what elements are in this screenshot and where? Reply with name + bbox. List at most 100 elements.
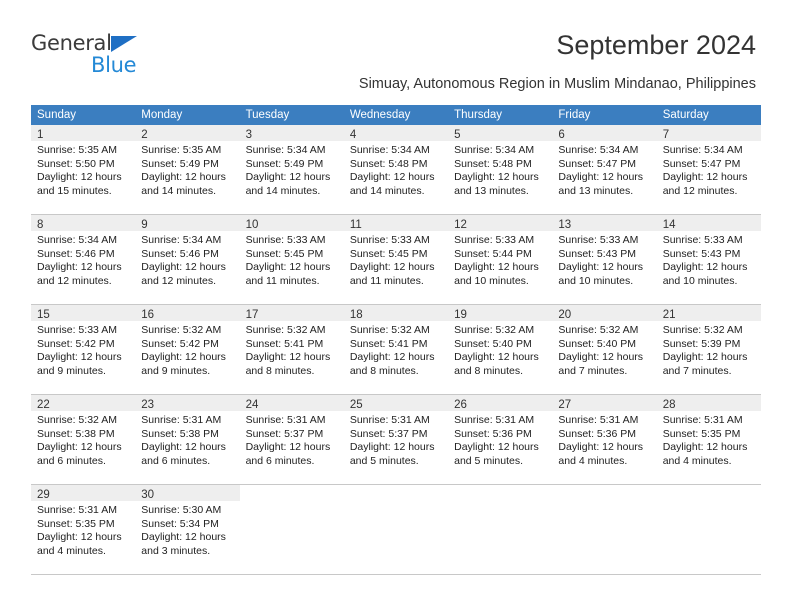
sunrise-text: Sunrise: 5:33 AM <box>245 234 326 246</box>
daylight-text-line2: and 12 minutes. <box>141 274 216 287</box>
day-number: 15 <box>37 309 50 321</box>
day-cell[interactable]: 3 Sunrise: 5:34 AM Sunset: 5:49 PM Daylight… <box>239 125 344 214</box>
day-details: Sunrise: 5:31 AM Sunset: 5:36 PM Daylight:… <box>552 411 656 468</box>
day-number-strip: 28 <box>656 395 761 411</box>
day-cell[interactable]: 18 Sunrise: 5:32 AM Sunset: 5:41 PM Dayligh… <box>343 305 449 394</box>
daylight-text-line1: Daylight: 12 hours <box>37 441 122 453</box>
generalblue-logo[interactable]: General Blue <box>31 33 181 83</box>
daylight-text-line2: and 6 minutes. <box>37 454 106 467</box>
day-number: 4 <box>349 129 357 141</box>
sunset-text: Sunset: 5:38 PM <box>37 427 115 440</box>
day-number-strip: 9 <box>135 215 240 231</box>
day-cell[interactable]: 28 Sunrise: 5:31 AM Sunset: 5:35 PM Dayligh… <box>656 395 761 484</box>
day-cell[interactable]: 8 Sunrise: 5:34 AM Sunset: 5:46 PM Daylight… <box>31 215 136 304</box>
day-cell[interactable]: 15 Sunrise: 5:33 AM Sunset: 5:42 PM Dayligh… <box>31 305 136 394</box>
day-details: Sunrise: 5:33 AM Sunset: 5:45 PM Daylight:… <box>240 231 344 288</box>
sunrise-text: Sunrise: 5:32 AM <box>141 324 222 336</box>
sunrise-text: Sunrise: 5:34 AM <box>245 144 326 156</box>
day-cell[interactable]: 13 Sunrise: 5:33 AM Sunset: 5:43 PM Dayligh… <box>552 215 657 304</box>
day-cell[interactable]: 23 Sunrise: 5:31 AM Sunset: 5:38 PM Dayligh… <box>135 395 240 484</box>
day-number-strip: 10 <box>239 215 344 231</box>
sunrise-text: Sunrise: 5:31 AM <box>558 414 639 426</box>
day-number-strip: 14 <box>656 215 761 231</box>
day-number: 18 <box>349 309 363 321</box>
day-cell[interactable]: 24 Sunrise: 5:31 AM Sunset: 5:37 PM Dayligh… <box>239 395 344 484</box>
day-details <box>448 501 552 504</box>
sunrise-text: Sunrise: 5:32 AM <box>37 414 117 426</box>
sunset-text: Sunset: 5:49 PM <box>245 157 324 170</box>
logo-text-blue: Blue <box>91 53 137 77</box>
day-cell[interactable]: 27 Sunrise: 5:31 AM Sunset: 5:36 PM Dayligh… <box>552 395 657 484</box>
sunset-text: Sunset: 5:35 PM <box>37 517 115 530</box>
day-cell[interactable]: 7 Sunrise: 5:34 AM Sunset: 5:47 PM Daylight… <box>656 125 761 214</box>
day-cell[interactable]: 11 Sunrise: 5:33 AM Sunset: 5:45 PM Dayligh… <box>343 215 449 304</box>
day-cell[interactable]: 25 Sunrise: 5:31 AM Sunset: 5:37 PM Dayligh… <box>343 395 449 484</box>
daylight-text-line1: Daylight: 12 hours <box>245 351 331 363</box>
sunset-text: Sunset: 5:34 PM <box>141 517 219 530</box>
day-cell[interactable]: 21 Sunrise: 5:32 AM Sunset: 5:39 PM Dayligh… <box>656 305 761 394</box>
daylight-text-line1: Daylight: 12 hours <box>558 171 644 183</box>
day-details: Sunrise: 5:34 AM Sunset: 5:49 PM Daylight:… <box>240 141 344 198</box>
day-number-strip: 4 <box>343 125 449 141</box>
daylight-text-line2: and 9 minutes. <box>37 364 106 377</box>
daylight-text-line2: and 4 minutes. <box>37 544 106 557</box>
daylight-text-line1: Daylight: 12 hours <box>454 171 539 183</box>
day-number-strip: 15 <box>31 305 136 321</box>
daylight-text-line2: and 12 minutes. <box>37 274 112 287</box>
day-cell[interactable]: 12 Sunrise: 5:33 AM Sunset: 5:44 PM Dayligh… <box>448 215 553 304</box>
daylight-text-line1: Daylight: 12 hours <box>245 441 331 453</box>
day-details: Sunrise: 5:35 AM Sunset: 5:50 PM Daylight:… <box>31 141 135 198</box>
weekday-header-sunday: Sunday <box>37 109 77 121</box>
sunrise-text: Sunrise: 5:34 AM <box>141 234 222 246</box>
daylight-text-line2: and 11 minutes. <box>245 274 320 287</box>
day-details: Sunrise: 5:33 AM Sunset: 5:45 PM Daylight:… <box>344 231 448 288</box>
day-cell[interactable]: 17 Sunrise: 5:32 AM Sunset: 5:41 PM Dayligh… <box>239 305 344 394</box>
sunrise-text: Sunrise: 5:34 AM <box>37 234 117 246</box>
sunset-text: Sunset: 5:43 PM <box>662 247 741 260</box>
daylight-text-line1: Daylight: 12 hours <box>662 441 748 453</box>
day-cell[interactable]: 14 Sunrise: 5:33 AM Sunset: 5:43 PM Dayligh… <box>656 215 761 304</box>
day-number: 22 <box>37 399 50 411</box>
daylight-text-line2: and 6 minutes. <box>141 454 211 467</box>
daylight-text-line2: and 8 minutes. <box>245 364 315 377</box>
sunrise-text: Sunrise: 5:35 AM <box>37 144 117 156</box>
day-cell[interactable]: 5 Sunrise: 5:34 AM Sunset: 5:48 PM Daylight… <box>448 125 553 214</box>
sunrise-text: Sunrise: 5:34 AM <box>662 144 743 156</box>
day-cell[interactable]: 9 Sunrise: 5:34 AM Sunset: 5:46 PM Daylight… <box>135 215 240 304</box>
day-number-strip: 19 <box>448 305 553 321</box>
daylight-text-line1: Daylight: 12 hours <box>558 351 644 363</box>
daylight-text-line2: and 4 minutes. <box>558 454 628 467</box>
sunrise-text: Sunrise: 5:31 AM <box>454 414 535 426</box>
day-cell[interactable]: 20 Sunrise: 5:32 AM Sunset: 5:40 PM Dayligh… <box>552 305 657 394</box>
day-cell[interactable]: 4 Sunrise: 5:34 AM Sunset: 5:48 PM Daylight… <box>343 125 449 214</box>
daylight-text-line2: and 15 minutes. <box>37 184 112 197</box>
day-number-strip <box>344 485 448 501</box>
day-details <box>657 501 761 504</box>
day-cell[interactable]: 30 Sunrise: 5:30 AM Sunset: 5:34 PM Dayligh… <box>135 485 240 574</box>
weekday-header-wednesday: Wednesday <box>349 109 411 121</box>
daylight-text-line2: and 4 minutes. <box>662 454 732 467</box>
page-header: General Blue September 2024 Simuay, Auto… <box>0 0 792 100</box>
day-cell[interactable]: 10 Sunrise: 5:33 AM Sunset: 5:45 PM Dayligh… <box>239 215 344 304</box>
day-cell[interactable]: 1 Sunrise: 5:35 AM Sunset: 5:50 PM Daylight… <box>31 125 136 214</box>
day-cell[interactable]: 16 Sunrise: 5:32 AM Sunset: 5:42 PM Dayligh… <box>135 305 240 394</box>
daylight-text-line2: and 14 minutes. <box>245 184 321 197</box>
day-cell[interactable]: 26 Sunrise: 5:31 AM Sunset: 5:36 PM Dayligh… <box>448 395 553 484</box>
sunset-text: Sunset: 5:44 PM <box>454 247 532 260</box>
day-details: Sunrise: 5:31 AM Sunset: 5:37 PM Daylight:… <box>240 411 344 468</box>
daylight-text-line1: Daylight: 12 hours <box>141 531 226 543</box>
sunset-text: Sunset: 5:37 PM <box>245 427 324 440</box>
daylight-text-line1: Daylight: 12 hours <box>37 171 122 183</box>
day-number-strip: 26 <box>448 395 553 411</box>
day-cell[interactable]: 6 Sunrise: 5:34 AM Sunset: 5:47 PM Daylight… <box>552 125 657 214</box>
day-cell[interactable]: 22 Sunrise: 5:32 AM Sunset: 5:38 PM Dayligh… <box>31 395 136 484</box>
sunrise-text: Sunrise: 5:33 AM <box>349 234 430 246</box>
day-cell[interactable]: 19 Sunrise: 5:32 AM Sunset: 5:40 PM Dayligh… <box>448 305 553 394</box>
day-number-strip: 30 <box>135 485 240 501</box>
day-cell[interactable]: 2 Sunrise: 5:35 AM Sunset: 5:49 PM Daylight… <box>135 125 240 214</box>
daylight-text-line1: Daylight: 12 hours <box>141 261 226 273</box>
daylight-text-line1: Daylight: 12 hours <box>37 531 122 543</box>
daylight-text-line1: Daylight: 12 hours <box>245 261 331 273</box>
daylight-text-line2: and 9 minutes. <box>141 364 211 377</box>
day-cell[interactable]: 29 Sunrise: 5:31 AM Sunset: 5:35 PM Dayligh… <box>31 485 136 574</box>
